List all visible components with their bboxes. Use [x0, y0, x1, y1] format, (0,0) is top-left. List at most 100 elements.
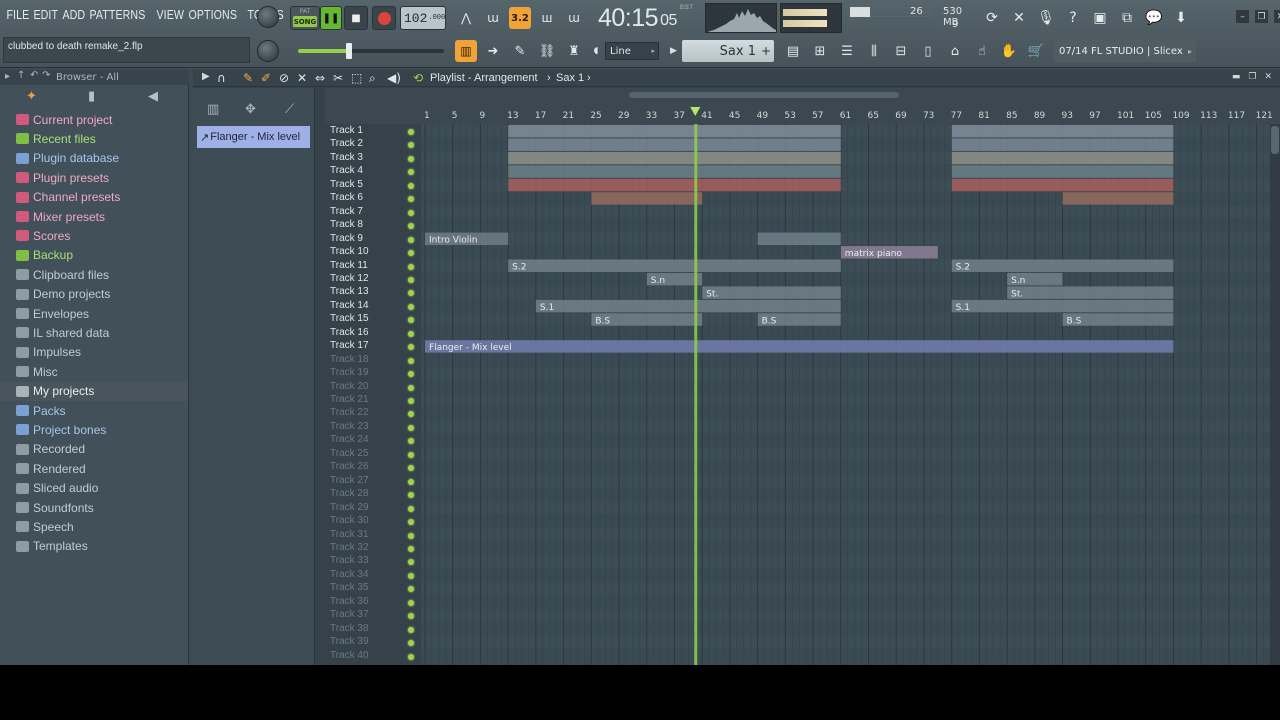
- browser-item-plugin-presets[interactable]: Plugin presets: [0, 168, 188, 187]
- track-lane[interactable]: [421, 380, 1270, 393]
- playlist-clip[interactable]: S.1: [535, 299, 841, 313]
- playback-tool-icon[interactable]: ◀): [387, 71, 401, 85]
- browser-item-rendered[interactable]: Rendered: [0, 459, 188, 478]
- track-mute-led[interactable]: [408, 438, 414, 445]
- undo-icon[interactable]: ↶: [30, 70, 38, 81]
- arrangement-canvas[interactable]: Intro Violin matrix piano S.2 S.2 S.n S.n St. S…: [421, 124, 1270, 665]
- playlist-minimize-icon[interactable]: ▬: [1232, 72, 1241, 82]
- playlist-clip[interactable]: B.S: [757, 313, 841, 326]
- track-name[interactable]: Track 31: [330, 529, 369, 540]
- track-name[interactable]: Track 8: [330, 219, 363, 230]
- track-name[interactable]: Track 30: [330, 515, 369, 526]
- track-mute-led[interactable]: [408, 344, 414, 351]
- track-lane[interactable]: [421, 541, 1270, 555]
- track-mute-led[interactable]: [408, 155, 414, 162]
- playlist-clip[interactable]: [508, 165, 841, 178]
- track-mute-led[interactable]: [408, 492, 414, 499]
- playlist-clip[interactable]: B.S: [591, 313, 703, 326]
- clip-body[interactable]: [951, 138, 1174, 151]
- channel-settings-icon[interactable]: ⊟: [890, 40, 912, 62]
- wait-input-icon[interactable]: ɯ: [482, 7, 504, 29]
- track-mute-led[interactable]: [408, 559, 414, 566]
- main-volume-knob[interactable]: [257, 6, 279, 28]
- arrangement-grid[interactable]: Intro Violin matrix piano S.2 S.2 S.n S.n St. S…: [421, 124, 1270, 665]
- song-position-display[interactable]: 40:15 05 B:S:T: [598, 2, 700, 34]
- playlist-button[interactable]: ▥: [455, 40, 477, 62]
- playlist-clip[interactable]: B.S: [1062, 313, 1174, 326]
- track-name[interactable]: Track 1: [330, 125, 363, 136]
- play-pause-button[interactable]: ❚❚: [320, 6, 342, 30]
- track-mute-led[interactable]: [408, 398, 414, 404]
- master-pitch-knob[interactable]: [257, 40, 279, 62]
- track-mute-led[interactable]: [408, 196, 414, 203]
- track-mute-led[interactable]: [408, 290, 414, 297]
- vertical-scrollbar[interactable]: [1270, 124, 1280, 665]
- help-icon[interactable]: ?: [1061, 6, 1085, 30]
- shop-icon[interactable]: 🛒: [1025, 40, 1047, 62]
- browser-item-envelopes[interactable]: Envelopes: [0, 304, 188, 323]
- track-mute-led[interactable]: [408, 317, 414, 324]
- track-mute-led[interactable]: [408, 182, 414, 189]
- playlist-clip[interactable]: S.n: [646, 272, 703, 286]
- browser-item-recorded[interactable]: Recorded: [0, 440, 188, 459]
- playlist-clip[interactable]: St.: [702, 286, 841, 299]
- browser-item-my-projects[interactable]: My projects: [0, 381, 188, 401]
- master-volume-slider[interactable]: [298, 43, 444, 59]
- metronome-icon[interactable]: ⋀: [455, 7, 477, 29]
- render-icon[interactable]: ⧉: [1115, 6, 1139, 30]
- track-lane[interactable]: [421, 394, 1270, 407]
- playlist-clip[interactable]: [591, 192, 703, 205]
- track-name[interactable]: Track 22: [330, 407, 369, 418]
- tools-icon[interactable]: ✕: [1007, 6, 1031, 30]
- track-name[interactable]: Track 12: [330, 273, 369, 284]
- track-mute-led[interactable]: [408, 129, 414, 135]
- track-lane[interactable]: [421, 447, 1270, 461]
- track-lane[interactable]: [421, 434, 1270, 447]
- playlist-clip[interactable]: [951, 178, 1174, 192]
- track-name[interactable]: Track 4: [330, 165, 363, 176]
- track-lane[interactable]: [421, 582, 1270, 595]
- clip-body[interactable]: [951, 259, 1174, 272]
- download-icon[interactable]: ⬇: [1169, 6, 1193, 30]
- playlist-clip[interactable]: matrix piano: [840, 246, 938, 259]
- clip-body[interactable]: [951, 165, 1174, 178]
- clip-body[interactable]: [591, 192, 703, 205]
- track-lane[interactable]: [421, 461, 1270, 474]
- track-lane[interactable]: [421, 488, 1270, 501]
- track-mute-led[interactable]: [408, 626, 414, 633]
- track-lane[interactable]: [421, 353, 1270, 367]
- track-name[interactable]: Track 25: [330, 448, 369, 459]
- track-mute-led[interactable]: [408, 532, 414, 539]
- track-mute-led[interactable]: [408, 424, 414, 431]
- track-mute-led[interactable]: [408, 653, 414, 660]
- track-name[interactable]: Track 16: [330, 327, 369, 338]
- record-button[interactable]: [372, 6, 396, 30]
- track-name[interactable]: Track 3: [330, 152, 363, 163]
- horizontal-scrollbar[interactable]: [429, 90, 1272, 101]
- playlist-clip[interactable]: S.n: [1007, 272, 1063, 286]
- track-name[interactable]: Track 18: [330, 354, 369, 365]
- track-mute-led[interactable]: [408, 465, 414, 472]
- chat-icon[interactable]: 💬: [1142, 6, 1166, 30]
- blend-notes-icon[interactable]: ш: [536, 7, 558, 29]
- track-name[interactable]: Track 19: [330, 367, 369, 378]
- tempo-tapper-icon[interactable]: ✋: [998, 40, 1020, 62]
- browser-item-impulses[interactable]: Impulses: [0, 343, 188, 362]
- redo-icon[interactable]: ↷: [42, 70, 50, 81]
- pattern-arrow-icon[interactable]: ▶: [670, 42, 680, 60]
- playlist-clip[interactable]: [508, 138, 841, 151]
- track-name[interactable]: Track 26: [330, 461, 369, 472]
- track-lane[interactable]: [421, 555, 1270, 568]
- track-name[interactable]: Track 15: [330, 313, 369, 324]
- track-mute-led[interactable]: [408, 505, 414, 512]
- playlist-clip[interactable]: S.2: [508, 259, 841, 273]
- track-lane[interactable]: [421, 649, 1270, 662]
- playlist-clip[interactable]: S.1: [951, 299, 1174, 313]
- mixer-icon[interactable]: ⫼: [863, 40, 885, 62]
- restore-icon[interactable]: ❐: [1255, 10, 1268, 23]
- track-mute-led[interactable]: [408, 640, 414, 647]
- snap-select[interactable]: Line ▸: [605, 42, 659, 60]
- track-name[interactable]: Track 27: [330, 475, 369, 486]
- track-lane[interactable]: [421, 609, 1270, 622]
- undo-history-icon[interactable]: ⟳: [980, 6, 1004, 30]
